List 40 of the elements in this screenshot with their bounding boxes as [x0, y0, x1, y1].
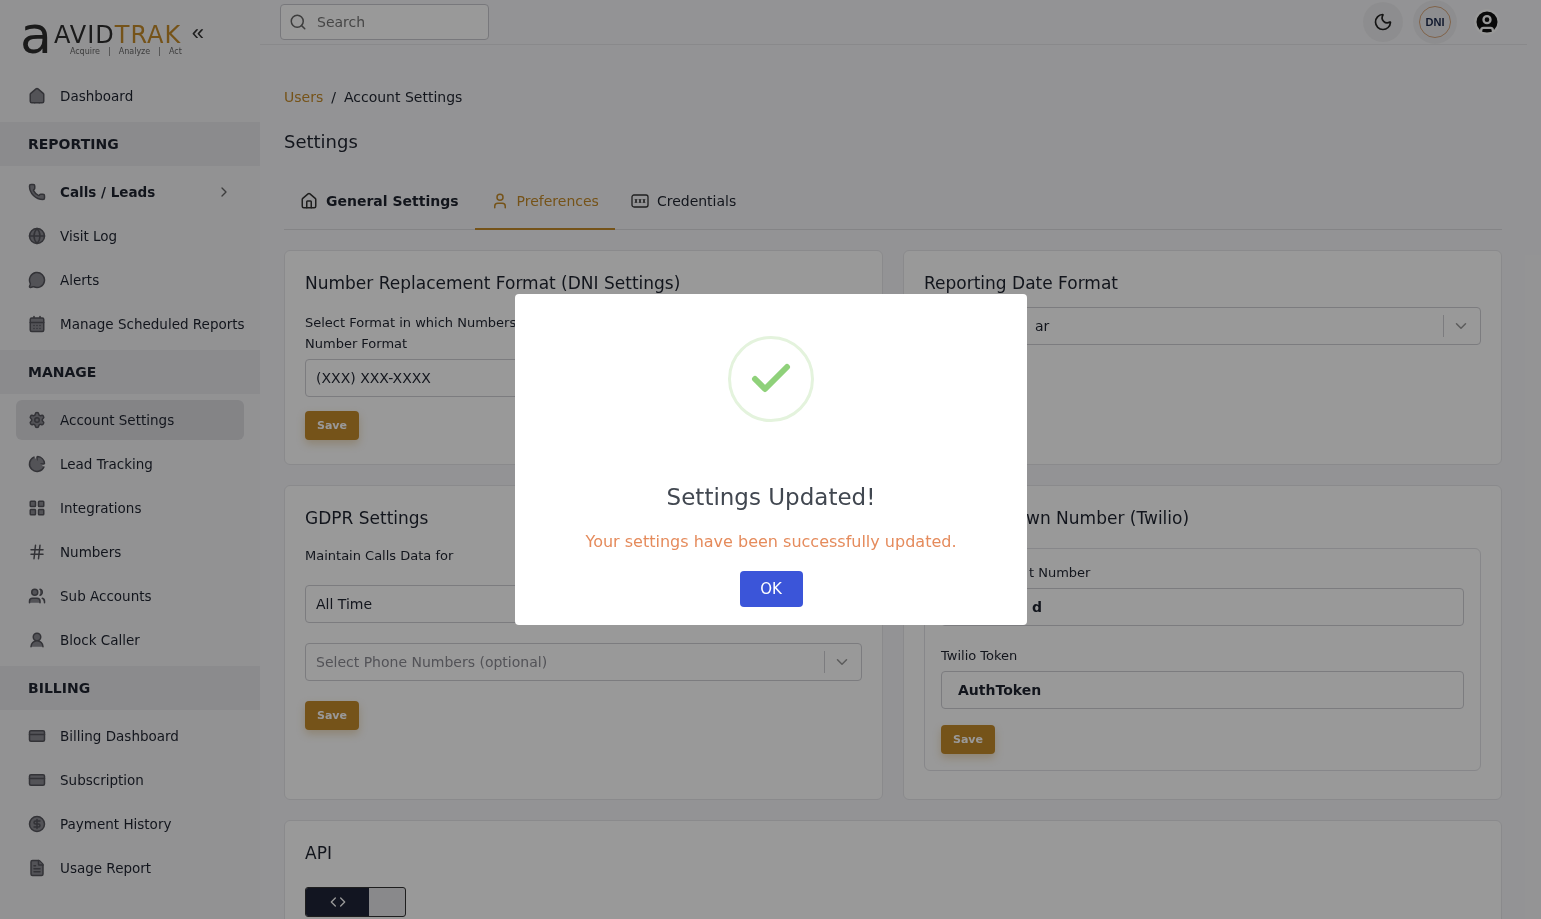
page-title: Settings [284, 131, 359, 152]
dialog-message: Your settings have been successfully updated. [585, 532, 957, 551]
tab[interactable]: Credentials [614, 174, 753, 230]
card-title: wn Number (Twilio) [1025, 508, 1190, 528]
description: Select Format in which Numbers [305, 315, 518, 330]
dialog-title: Settings Updated! [666, 484, 876, 510]
token-field[interactable]: AuthToken [941, 671, 1464, 709]
ok-button[interactable]: OK [739, 571, 803, 607]
card-title: API [305, 843, 332, 863]
sidebar-item[interactable]: Alerts [16, 260, 244, 300]
section-heading: MANAGE [0, 350, 260, 394]
sidebar-item[interactable]: Sub Accounts [16, 576, 244, 616]
sidebar-item[interactable]: Payment History [16, 804, 244, 844]
card-title: Reporting Date Format [924, 273, 1118, 293]
field-label: t Number [1028, 565, 1092, 580]
sidebar-item[interactable]: Dashboard [16, 76, 244, 116]
section-heading: REPORTING [0, 122, 260, 166]
field-label: Number Format [305, 336, 409, 351]
collapse-button[interactable]: « [191, 20, 205, 46]
search-field[interactable]: Search [280, 4, 489, 40]
sidebar-item[interactable]: Manage Scheduled Reports [16, 304, 244, 344]
tab[interactable]: General Settings [284, 174, 475, 230]
section-heading: BILLING [0, 666, 260, 710]
sidebar-item[interactable]: Numbers [16, 532, 244, 572]
sidebar-item[interactable]: Subscription [16, 760, 244, 800]
sidebar-item[interactable]: Account Settings [16, 400, 244, 440]
sidebar-item[interactable]: Billing Dashboard [16, 716, 244, 756]
sidebar-item[interactable]: Usage Report [16, 848, 244, 888]
breadcrumb-separator: / [331, 89, 336, 105]
sidebar-item[interactable]: Block Caller [16, 620, 244, 660]
sidebar-item[interactable]: Calls / Leads [16, 172, 244, 212]
dni-badge-button[interactable]: DNI [1413, 0, 1457, 44]
field-label: Maintain Calls Data for [305, 548, 455, 563]
card-title: GDPR Settings [305, 508, 429, 528]
sidebar-item[interactable]: Visit Log [16, 216, 244, 256]
card-title: Number Replacement Format (DNI Settings) [305, 273, 681, 293]
breadcrumb-current: Account Settings [343, 89, 463, 105]
field-label: Twilio Token [941, 648, 1019, 663]
sidebar-item[interactable]: Integrations [16, 488, 244, 528]
sidebar-item[interactable]: Lead Tracking [16, 444, 244, 484]
